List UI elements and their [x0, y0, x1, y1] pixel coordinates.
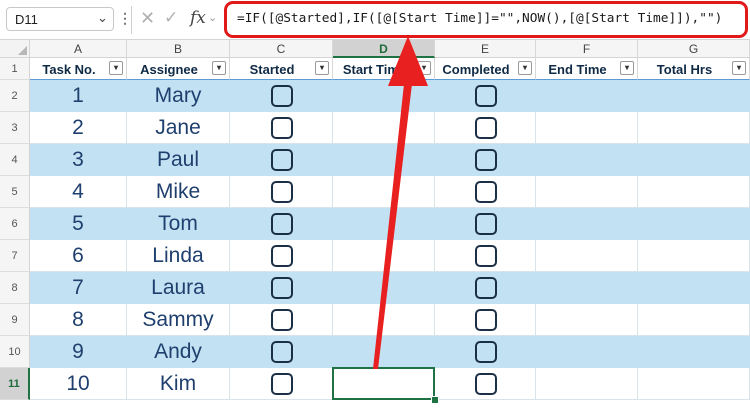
arrow-head	[388, 36, 428, 86]
arrow-shaft	[373, 84, 412, 369]
annotation-arrow	[373, 36, 428, 369]
